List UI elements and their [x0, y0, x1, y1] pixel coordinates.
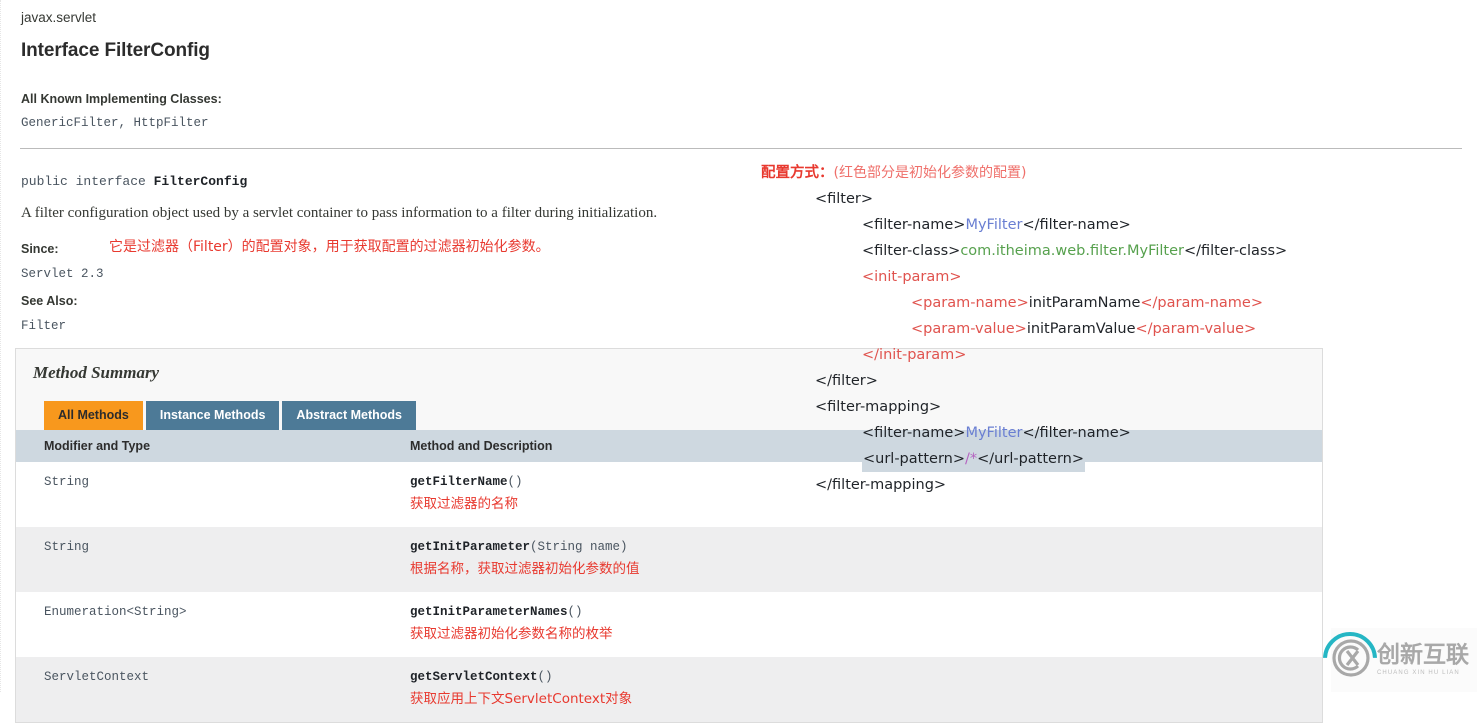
javadoc-page: javax.servlet Interface FilterConfig All… [0, 0, 1477, 723]
method-signature: getServletContext() [410, 669, 1322, 686]
method-summary-caption: Method Summary [33, 363, 160, 382]
type-declaration: public interface FilterConfig [21, 174, 247, 189]
table-row: ServletContext getServletContext() 获取应用上… [16, 657, 1322, 722]
watermark: 创新互联 CHUANG XIN HU LIAN [1323, 628, 1477, 692]
watermark-cn-name: 创新互联 [1377, 642, 1469, 668]
cell-method-and-description: getServletContext() 获取应用上下文ServletContex… [396, 657, 1322, 722]
tab-abstract-methods[interactable]: Abstract Methods [282, 401, 416, 430]
method-name-link[interactable]: getFilterName [410, 475, 508, 489]
since-label: Since: [21, 242, 59, 256]
xml-line-param-value: <param-value>initParamValue</param-value… [911, 321, 1257, 337]
method-annotation-note: 获取过滤器初始化参数名称的枚举 [410, 626, 613, 642]
declaration-type-name: FilterConfig [153, 174, 248, 189]
cell-method-and-description: getInitParameterNames() 获取过滤器初始化参数名称的枚举 [396, 592, 1322, 657]
xml-config-heading-bold: 配置方式： [761, 165, 834, 181]
cell-method-and-description: getFilterName() 获取过滤器的名称 [396, 462, 1322, 527]
details-list: Since: Servlet 2.3 See Also: Filter [21, 240, 104, 336]
xml-value-filter-name: MyFilter [965, 217, 1023, 233]
cell-modifier-and-type: ServletContext [16, 657, 396, 722]
since-annotation-note: 它是过滤器（Filter）的配置对象，用于获取配置的过滤器初始化参数。 [109, 239, 550, 255]
method-arguments: () [507, 475, 523, 489]
table-row: String getFilterName() 获取过滤器的名称 [16, 462, 1322, 527]
xml-value-param-name: initParamName [1028, 295, 1141, 311]
method-summary-panel: Method Summary All Methods Instance Meth… [15, 348, 1323, 723]
see-also-label: See Also: [21, 294, 78, 308]
declaration-modifiers: public interface [21, 174, 154, 189]
horizontal-divider [20, 148, 1462, 149]
watermark-pinyin: CHUANG XIN HU LIAN [1377, 670, 1460, 676]
watermark-logo-icon [1331, 638, 1371, 683]
watermark-text: 创新互联 CHUANG XIN HU LIAN [1377, 642, 1469, 677]
method-name-link[interactable]: getServletContext [410, 670, 538, 684]
method-summary-table: Modifier and Type Method and Description… [16, 430, 1322, 722]
method-arguments: () [567, 605, 583, 619]
table-row: String getInitParameter(String name) 根据名… [16, 527, 1322, 592]
known-implementing-classes-block: All Known Implementing Classes: GenericF… [21, 90, 222, 133]
method-signature: getFilterName() [410, 474, 1322, 491]
column-header-modifier-and-type: Modifier and Type [16, 430, 396, 462]
column-header-method-and-description: Method and Description [396, 430, 1322, 462]
cell-modifier-and-type: Enumeration<String> [16, 592, 396, 657]
cell-modifier-and-type: String [16, 462, 396, 527]
details-spacer [21, 284, 104, 292]
page-title: Interface FilterConfig [21, 40, 210, 61]
cell-modifier-and-type: String [16, 527, 396, 592]
method-name-link[interactable]: getInitParameter [410, 540, 530, 554]
return-type[interactable]: String [44, 474, 396, 491]
return-type[interactable]: String [44, 539, 396, 556]
method-signature: getInitParameterNames() [410, 604, 1322, 621]
known-implementing-classes-label: All Known Implementing Classes: [21, 92, 222, 106]
cell-method-and-description: getInitParameter(String name) 根据名称，获取过滤器… [396, 527, 1322, 592]
doc-header: javax.servlet Interface FilterConfig [21, 8, 1021, 63]
method-annotation-note: 根据名称，获取过滤器初始化参数的值 [410, 561, 640, 577]
method-arguments: (String name) [530, 540, 628, 554]
tab-all-methods[interactable]: All Methods [44, 401, 143, 430]
xml-value-param-value: initParamValue [1026, 321, 1136, 337]
since-value: Servlet 2.3 [21, 267, 104, 281]
method-signature: getInitParameter(String name) [410, 539, 1322, 556]
xml-line-param-name: <param-name>initParamName</param-name> [911, 295, 1263, 311]
method-summary-tabs: All Methods Instance Methods Abstract Me… [44, 401, 1322, 430]
package-name: javax.servlet [21, 10, 97, 25]
method-name-link[interactable]: getInitParameterNames [410, 605, 568, 619]
table-row: Enumeration<String> getInitParameterName… [16, 592, 1322, 657]
xml-line-filter-class: <filter-class>com.itheima.web.filter.MyF… [862, 243, 1288, 259]
return-type[interactable]: ServletContext [44, 669, 396, 686]
method-annotation-note: 获取应用上下文ServletContext对象 [410, 691, 633, 707]
tab-instance-methods[interactable]: Instance Methods [145, 401, 280, 430]
xml-line-filter-name: <filter-name>MyFilter</filter-name> [862, 217, 1131, 233]
see-also-value[interactable]: Filter [21, 317, 104, 336]
known-implementing-classes-list[interactable]: GenericFilter, HttpFilter [21, 114, 222, 133]
xml-line-filter-open: <filter> [815, 191, 874, 207]
xml-value-filter-class: com.itheima.web.filter.MyFilter [960, 243, 1184, 259]
return-type[interactable]: Enumeration<String> [44, 604, 396, 621]
teal-arc-decoration [1323, 632, 1377, 658]
xml-line-init-param-open: <init-param> [862, 269, 962, 285]
xml-config-heading: 配置方式：(红色部分是初始化参数的配置) [761, 160, 1461, 186]
method-arguments: () [537, 670, 553, 684]
table-header-row: Modifier and Type Method and Description [16, 430, 1322, 462]
xml-config-heading-note: (红色部分是初始化参数的配置) [833, 165, 1027, 181]
method-annotation-note: 获取过滤器的名称 [410, 496, 518, 512]
type-description: A filter configuration object used by a … [21, 205, 658, 221]
